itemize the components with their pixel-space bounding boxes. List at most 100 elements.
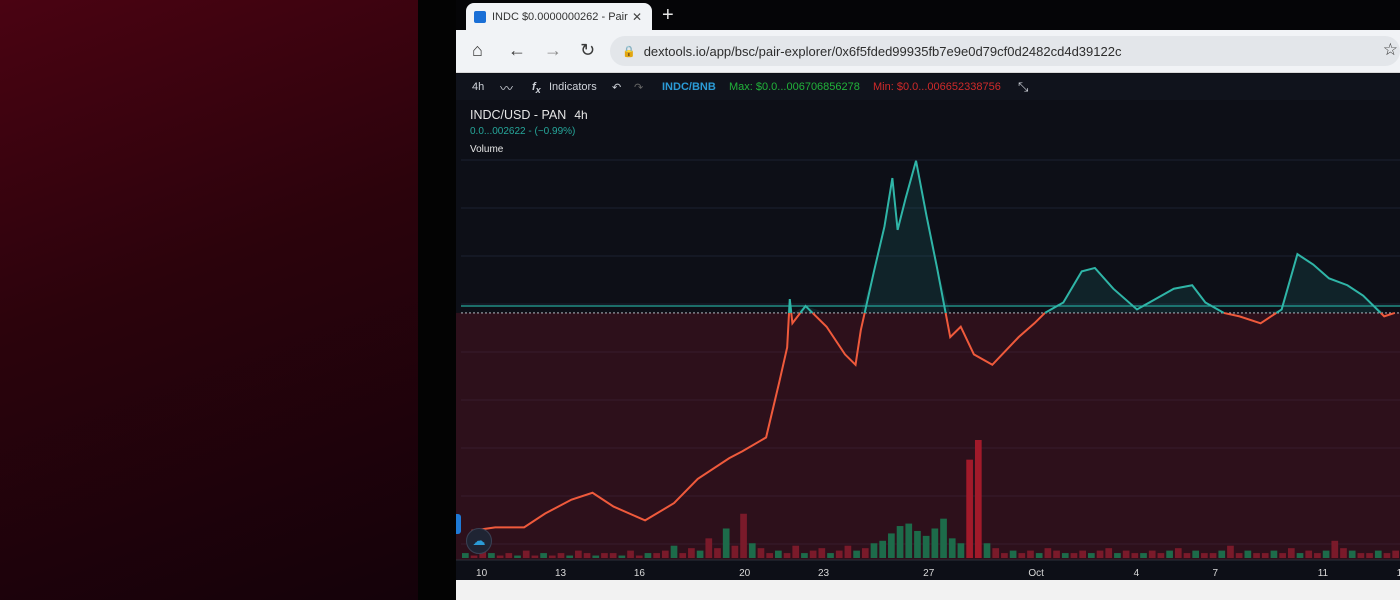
- x-tick-label: 10: [476, 568, 488, 579]
- x-tick-label: 13: [555, 568, 567, 579]
- tablet-screen: INDC $0.0000000262 - Pair E ✕ + ⌂ ← → ↻ …: [456, 0, 1400, 600]
- volume-bar: [1392, 550, 1399, 558]
- volume-bar: [1148, 550, 1156, 558]
- volume-bar: [1235, 553, 1243, 558]
- volume-bar: [809, 550, 817, 558]
- x-tick-label: 27: [923, 568, 935, 579]
- indicators-button[interactable]: Indicators: [549, 81, 597, 93]
- volume-bar: [818, 548, 826, 558]
- max-price: Max: $0.0...006706856278: [729, 81, 860, 93]
- volume-bar: [1227, 545, 1234, 558]
- volume-bar: [1001, 553, 1008, 558]
- volume-bar: [557, 553, 565, 558]
- redo-icon[interactable]: ↷: [634, 81, 643, 94]
- volume-bar: [1140, 553, 1147, 558]
- volume-bar: [540, 553, 547, 558]
- volume-bar: [661, 550, 669, 558]
- x-tick-label: 14: [1397, 568, 1400, 579]
- x-tick-label: Oct: [1028, 568, 1044, 579]
- cloud-icon[interactable]: ☁: [466, 528, 492, 554]
- background-wall: [0, 0, 430, 600]
- close-tab-icon[interactable]: ✕: [630, 10, 644, 24]
- url-text: dextools.io/app/bsc/pair-explorer/0x6f5f…: [643, 43, 1122, 59]
- price-change: 0.0...002622 - (−0.99%): [470, 126, 576, 137]
- volume-bar: [1374, 550, 1382, 558]
- volume-bar: [766, 553, 773, 558]
- volume-bar: [888, 533, 895, 558]
- tablet-bezel: [418, 0, 458, 600]
- volume-bar: [470, 555, 478, 558]
- volume-bar: [1044, 548, 1052, 558]
- volume-bar: [748, 543, 756, 558]
- time-axis-labels: 10 13 16 20 23 27 Oct 4 7 11 14: [476, 568, 1400, 579]
- volume-bar: [575, 550, 582, 558]
- volume-bar: [722, 528, 730, 558]
- volume-bar: [1296, 553, 1304, 558]
- volume-bar: [644, 553, 652, 558]
- volume-bar: [992, 548, 1000, 558]
- volume-bar: [1035, 553, 1043, 558]
- volume-bar: [1314, 553, 1321, 558]
- volume-bar: [905, 523, 913, 558]
- reload-icon[interactable]: ↻: [580, 40, 595, 60]
- lock-icon: 🔒: [622, 45, 636, 58]
- x-tick-label: 4: [1134, 568, 1140, 579]
- volume-bar: [1105, 548, 1113, 558]
- volume-bar: [1244, 550, 1252, 558]
- x-tick-label: 7: [1213, 568, 1219, 579]
- volume-bar: [601, 553, 608, 558]
- volume-bar: [609, 553, 617, 558]
- volume-bar: [757, 548, 765, 558]
- volume-bar: [627, 550, 634, 558]
- volume-bar: [983, 543, 991, 558]
- volume-bar: [1331, 540, 1339, 558]
- volume-bar: [1018, 553, 1026, 558]
- browser-tab[interactable]: INDC $0.0000000262 - Pair E ✕: [466, 3, 652, 30]
- volume-bar: [592, 555, 600, 558]
- tab-strip: INDC $0.0000000262 - Pair E ✕ +: [456, 0, 1400, 30]
- volume-bar: [801, 553, 808, 558]
- volume-bar: [1096, 550, 1104, 558]
- volume-bar: [531, 555, 539, 558]
- undo-icon[interactable]: ↶: [612, 81, 621, 94]
- chart-toolbar: 4h 〰 fx Indicators ↶ ↷ INDC/BNB Max: $0.…: [456, 74, 1400, 100]
- volume-bar: [1305, 550, 1313, 558]
- drag-handle[interactable]: [456, 514, 461, 534]
- volume-bar: [896, 526, 904, 558]
- timeframe-label: 4h: [574, 108, 588, 122]
- volume-bar: [1061, 553, 1069, 558]
- volume-bar: [1157, 553, 1165, 558]
- chart-legend: INDC/USD - PAN 4h 0.0...002622 - (−0.99%)…: [470, 108, 588, 155]
- x-tick-label: 11: [1318, 568, 1329, 579]
- volume-bar: [914, 530, 921, 558]
- home-icon[interactable]: ⌂: [472, 40, 483, 60]
- function-icon: fx: [532, 81, 541, 96]
- interval-selector[interactable]: 4h: [472, 81, 484, 93]
- collapse-icon[interactable]: ⤡: [1018, 79, 1028, 95]
- volume-bar: [522, 550, 530, 558]
- volume-label: Volume: [470, 144, 504, 155]
- volume-bar: [1122, 550, 1130, 558]
- price-chart[interactable]: 10 13 16 20 23 27 Oct 4 7 11 14: [456, 100, 1400, 580]
- volume-bar: [1070, 553, 1078, 558]
- back-icon[interactable]: ←: [508, 40, 526, 60]
- volume-bar: [1166, 550, 1173, 558]
- bookmark-star-icon[interactable]: ☆: [1383, 40, 1398, 60]
- volume-bar: [792, 545, 800, 558]
- volume-bar: [879, 540, 887, 558]
- volume-bar: [861, 548, 869, 558]
- chart-style-icon[interactable]: 〰: [500, 78, 513, 97]
- volume-bar: [705, 538, 713, 558]
- volume-bar: [1114, 553, 1121, 558]
- volume-bar: [1261, 553, 1269, 558]
- pair-label[interactable]: INDC/BNB: [662, 81, 716, 93]
- address-bar[interactable]: 🔒 dextools.io/app/bsc/pair-explorer/0x6f…: [610, 36, 1400, 66]
- tab-title: INDC $0.0000000262 - Pair E: [492, 10, 630, 23]
- forward-icon[interactable]: →: [544, 40, 562, 60]
- volume-bar: [922, 535, 930, 558]
- volume-bar: [1131, 553, 1139, 558]
- volume-bar: [1088, 553, 1095, 558]
- volume-bar: [1201, 553, 1208, 558]
- volume-bar: [618, 555, 626, 558]
- new-tab-icon[interactable]: +: [662, 4, 674, 26]
